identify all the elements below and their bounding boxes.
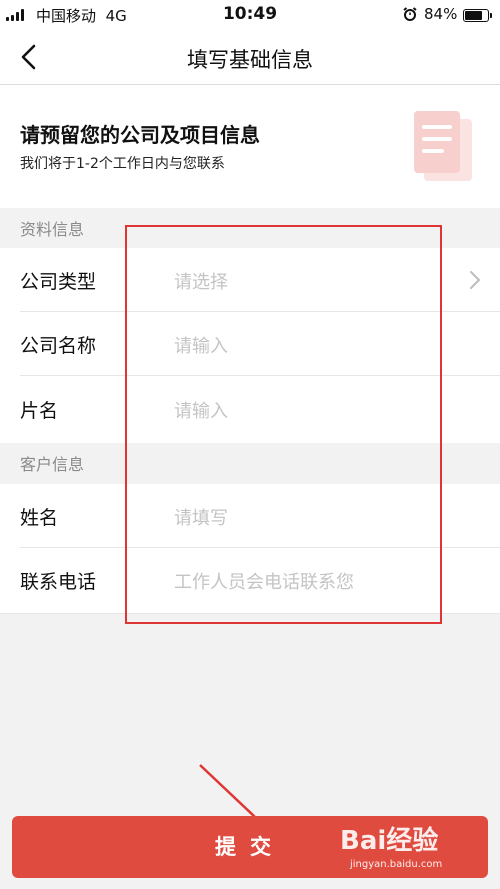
name-input[interactable]: 请填写 xyxy=(174,504,228,530)
section-header-profile: 资料信息 xyxy=(0,208,500,248)
document-icon xyxy=(414,111,472,181)
nav-bar: 填写基础信息 xyxy=(0,30,500,85)
intro-card: 请预留您的公司及项目信息 我们将于1-2个工作日内与您联系 xyxy=(0,85,500,208)
intro-title: 请预留您的公司及项目信息 xyxy=(20,123,260,147)
company-name-input[interactable]: 请输入 xyxy=(174,332,228,358)
name-label: 姓名 xyxy=(20,507,59,529)
phone-row: 联系电话 工作人员会电话联系您 xyxy=(0,548,500,614)
film-title-row: 片名 请输入 xyxy=(0,376,500,443)
status-bar: 中国移动 4G 10:49 84% xyxy=(0,0,500,30)
chevron-right-icon xyxy=(470,271,480,289)
page-title: 填写基础信息 xyxy=(187,48,313,72)
film-title-input[interactable]: 请输入 xyxy=(174,397,228,423)
submit-button[interactable]: 提交 xyxy=(12,816,488,878)
name-row: 姓名 请填写 xyxy=(0,484,500,548)
company-name-label: 公司名称 xyxy=(20,335,97,357)
company-type-label: 公司类型 xyxy=(20,271,97,293)
company-type-row[interactable]: 公司类型 请选择 xyxy=(0,248,500,312)
company-type-select[interactable]: 请选择 xyxy=(174,268,228,294)
battery-percent: 84% xyxy=(424,5,458,23)
alarm-icon xyxy=(403,7,417,21)
section-header-customer: 客户信息 xyxy=(0,443,500,483)
film-title-label: 片名 xyxy=(20,400,59,422)
company-name-row: 公司名称 请输入 xyxy=(0,312,500,376)
battery-icon xyxy=(463,9,492,22)
phone-label: 联系电话 xyxy=(20,571,97,593)
intro-subtitle: 我们将于1-2个工作日内与您联系 xyxy=(20,156,225,172)
phone-input[interactable]: 工作人员会电话联系您 xyxy=(174,568,354,594)
